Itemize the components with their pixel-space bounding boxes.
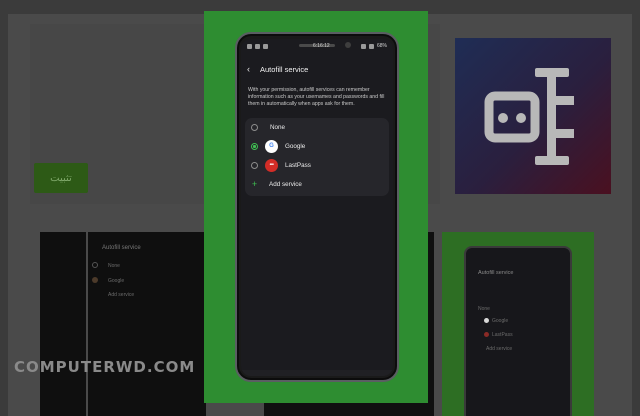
add-service-label: Add service [269, 180, 302, 188]
thumb-google-icon [484, 318, 489, 323]
autofill-logo-icon [484, 68, 574, 165]
notification-icon [263, 43, 268, 49]
autofill-description: With your permission, autofill services … [248, 87, 385, 107]
status-icons-left [247, 43, 268, 49]
phone-screen: 68% 6:16:12 ‹ Autofill service With your… [241, 39, 393, 376]
wifi-icon [360, 43, 366, 49]
notification-icon [255, 43, 260, 49]
add-service-button[interactable]: + Add service [245, 175, 389, 193]
phone-frame: 68% 6:16:12 ‹ Autofill service With your… [235, 32, 399, 382]
screenshot-thumbnail-1[interactable] [40, 232, 86, 416]
thumb-radio [92, 262, 98, 268]
site-watermark: COMPUTERWD.COM [14, 358, 196, 376]
status-icons-right: 68% [360, 43, 387, 49]
thumb-radio [92, 277, 98, 283]
thumb-item: Google [108, 278, 125, 284]
thumb-status-bar [40, 232, 86, 240]
install-button[interactable]: تثبيت [34, 163, 88, 193]
option-label: LastPass [285, 161, 311, 169]
thumb-title: Autofill service [102, 245, 141, 251]
page-title: Autofill service [260, 64, 309, 74]
screenshot-thumbnail-2[interactable]: Autofill service None Google Add service [88, 232, 206, 416]
enlarged-screenshot-card: 68% 6:16:12 ‹ Autofill service With your… [204, 11, 428, 403]
thumb-item: Google [492, 318, 509, 324]
battery-level: 68% [376, 43, 387, 49]
radio-lastpass[interactable] [251, 161, 258, 169]
signal-icon [368, 43, 374, 49]
front-camera [345, 42, 351, 48]
thumb-item: None [478, 306, 490, 312]
plus-icon: + [251, 178, 258, 189]
option-label: Google [285, 142, 306, 150]
thumb-item: LastPass [492, 332, 513, 338]
radio-google[interactable] [251, 142, 258, 150]
thumb-item: Add service [486, 346, 513, 352]
list-item-none[interactable]: None [245, 118, 389, 136]
option-label: None [270, 123, 286, 131]
app-icon [455, 38, 611, 194]
thumb-title: Autofill service [478, 270, 514, 276]
arrow-left-icon[interactable]: ‹ [247, 64, 257, 74]
thumb-phone: Autofill service None Google LastPass Ad… [464, 246, 572, 416]
autofill-service-list: None G Google ••• LastPass + Add service [245, 118, 389, 196]
google-icon: G [265, 139, 278, 153]
screenshot-thumbnail-4[interactable]: Autofill service None Google LastPass Ad… [442, 232, 594, 416]
navigation-bar [241, 370, 393, 376]
app-bar: ‹ Autofill service [241, 61, 393, 77]
list-item-lastpass[interactable]: ••• LastPass [245, 156, 389, 174]
stage: تثبيت Autofill service None Google Add s… [0, 0, 640, 416]
thumb-item: None [108, 263, 120, 269]
thumb-item: Add service [108, 292, 135, 298]
list-item-google[interactable]: G Google [245, 137, 389, 155]
notification-icon [247, 43, 252, 49]
status-time: 6:16:12 [313, 43, 330, 49]
radio-none[interactable] [251, 123, 258, 131]
thumb-lastpass-icon [484, 332, 489, 337]
lastpass-icon: ••• [265, 158, 278, 172]
